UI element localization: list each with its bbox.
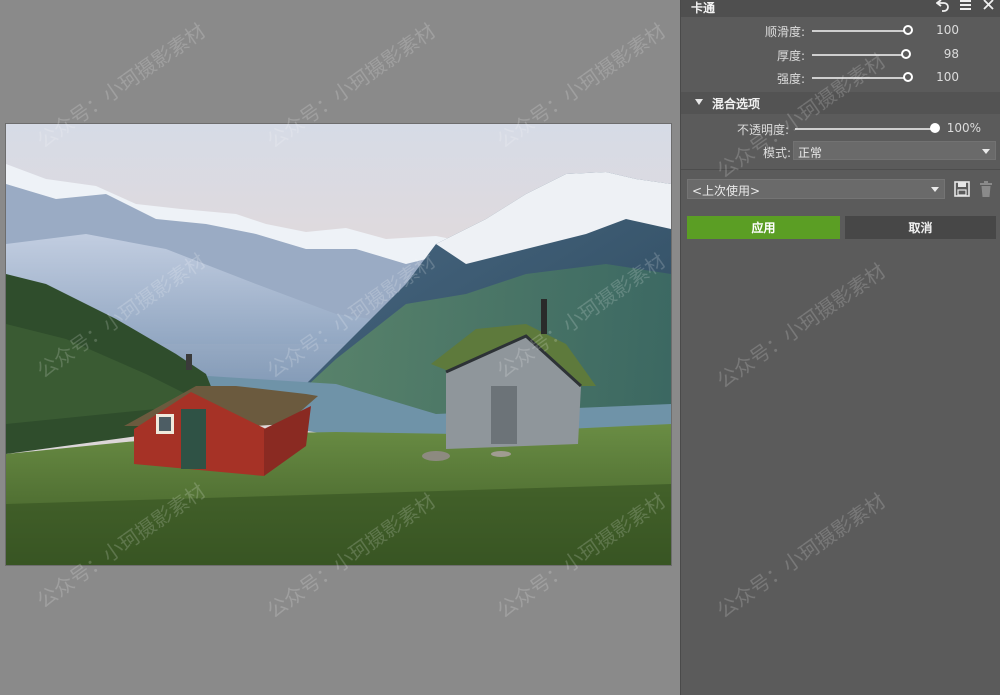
smoothness-slider-row: 顺滑度: 100	[681, 22, 1000, 40]
strength-thumb[interactable]	[903, 72, 913, 82]
preset-select[interactable]: <上次使用>	[687, 179, 945, 199]
preset-value: <上次使用>	[692, 184, 761, 198]
opacity-track[interactable]	[795, 128, 937, 130]
chevron-down-icon	[982, 149, 990, 154]
chevron-down-icon	[931, 187, 939, 192]
strength-slider-row: 强度: 100	[681, 69, 1000, 87]
opacity-slider-row: 不透明度: 100%	[681, 120, 1000, 138]
smoothness-value[interactable]: 100	[919, 23, 959, 37]
save-icon[interactable]	[953, 180, 971, 198]
header-icons	[935, 0, 995, 14]
thickness-thumb[interactable]	[901, 49, 911, 59]
menu-icon[interactable]	[959, 0, 972, 14]
thickness-label: 厚度:	[776, 49, 805, 63]
strength-label: 强度:	[776, 72, 805, 86]
apply-button[interactable]: 应用	[687, 216, 840, 239]
blend-options-section[interactable]: 混合选项	[681, 92, 1000, 114]
mode-label: 模式:	[763, 146, 792, 160]
blend-mode-value: 正常	[798, 146, 823, 160]
opacity-thumb[interactable]	[930, 123, 940, 133]
landscape-photo	[6, 124, 671, 565]
image-canvas[interactable]	[0, 0, 680, 695]
app-window: 卡通 顺滑度: 100 厚度: 98 强度: 100 混合选项 不透明度: 10…	[0, 0, 1000, 695]
opacity-label: 不透明度:	[736, 123, 789, 137]
collapse-arrow-icon[interactable]	[695, 99, 703, 105]
undo-icon[interactable]	[935, 0, 949, 14]
smoothness-track[interactable]	[812, 30, 909, 32]
panel-header: 卡通	[681, 0, 1000, 17]
effects-panel: 卡通 顺滑度: 100 厚度: 98 强度: 100 混合选项 不透明度: 10…	[680, 0, 1000, 695]
strength-value[interactable]: 100	[919, 70, 959, 84]
trash-icon[interactable]	[977, 180, 995, 198]
photo-preview	[6, 124, 671, 565]
divider	[681, 169, 1000, 170]
cancel-button[interactable]: 取消	[845, 216, 996, 239]
smoothness-label: 顺滑度:	[764, 25, 805, 39]
opacity-value[interactable]: 100%	[941, 121, 981, 135]
thickness-value[interactable]: 98	[919, 47, 959, 61]
blend-mode-select[interactable]: 正常	[793, 141, 996, 160]
close-icon[interactable]	[982, 0, 995, 14]
strength-track[interactable]	[812, 77, 909, 79]
blend-options-title: 混合选项	[712, 97, 761, 111]
thickness-track[interactable]	[812, 54, 909, 56]
thickness-slider-row: 厚度: 98	[681, 46, 1000, 64]
panel-title: 卡通	[691, 1, 716, 15]
smoothness-thumb[interactable]	[903, 25, 913, 35]
